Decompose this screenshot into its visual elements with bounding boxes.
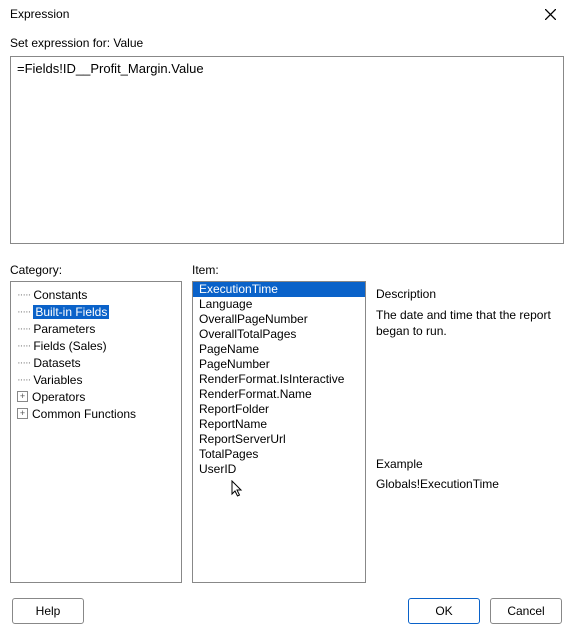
tree-connector-icon: ····· <box>17 340 30 352</box>
list-item[interactable]: UserID <box>193 462 365 477</box>
list-item[interactable]: Language <box>193 297 365 312</box>
item-listbox[interactable]: ExecutionTimeLanguageOverallPageNumberOv… <box>192 281 366 583</box>
close-button[interactable] <box>534 3 566 25</box>
category-item[interactable]: ·····Constants <box>13 286 179 303</box>
tree-connector-icon: ····· <box>17 323 30 335</box>
tree-connector-icon: ····· <box>17 357 30 369</box>
cancel-button[interactable]: Cancel <box>490 598 562 624</box>
category-label: Category: <box>10 263 182 277</box>
plus-icon[interactable]: + <box>17 408 28 419</box>
list-item[interactable]: ReportFolder <box>193 402 365 417</box>
category-listbox[interactable]: ·····Constants·····Built-in Fields·····P… <box>10 281 182 583</box>
category-item-label: Built-in Fields <box>33 305 109 319</box>
category-item[interactable]: + Common Functions <box>13 405 179 422</box>
list-item[interactable]: RenderFormat.IsInteractive <box>193 372 365 387</box>
list-item[interactable]: OverallPageNumber <box>193 312 365 327</box>
list-item[interactable]: PageName <box>193 342 365 357</box>
category-item-label: Parameters <box>33 322 95 336</box>
category-item[interactable]: + Operators <box>13 388 179 405</box>
expression-input[interactable] <box>10 56 564 244</box>
category-item-label: Fields (Sales) <box>33 339 106 353</box>
set-expression-label: Set expression for: Value <box>10 36 564 50</box>
list-item[interactable]: ReportServerUrl <box>193 432 365 447</box>
category-item[interactable]: ·····Parameters <box>13 320 179 337</box>
category-item[interactable]: ·····Built-in Fields <box>13 303 179 320</box>
description-heading: Description <box>376 287 564 301</box>
category-item-label: Operators <box>32 390 85 404</box>
tree-connector-icon: ····· <box>17 306 30 318</box>
description-panel: Description The date and time that the r… <box>376 281 564 583</box>
tree-connector-icon: ····· <box>17 289 30 301</box>
list-item[interactable]: OverallTotalPages <box>193 327 365 342</box>
tree-connector-icon: ····· <box>17 374 30 386</box>
category-item[interactable]: ·····Fields (Sales) <box>13 337 179 354</box>
category-item-label: Common Functions <box>32 407 136 421</box>
help-button[interactable]: Help <box>12 598 84 624</box>
category-item[interactable]: ·····Datasets <box>13 354 179 371</box>
description-text: The date and time that the report began … <box>376 307 564 339</box>
example-value: Globals!ExecutionTime <box>376 477 564 491</box>
cursor-icon <box>231 480 245 498</box>
button-row: Help OK Cancel <box>0 590 574 644</box>
category-item-label: Constants <box>33 288 87 302</box>
plus-icon[interactable]: + <box>17 391 28 402</box>
ok-button[interactable]: OK <box>408 598 480 624</box>
close-icon <box>545 9 556 20</box>
titlebar: Expression <box>0 0 574 28</box>
list-item[interactable]: ReportName <box>193 417 365 432</box>
list-item[interactable]: TotalPages <box>193 447 365 462</box>
list-item[interactable]: PageNumber <box>193 357 365 372</box>
list-item[interactable]: RenderFormat.Name <box>193 387 365 402</box>
item-label: Item: <box>192 263 366 277</box>
window-title: Expression <box>10 7 69 21</box>
list-item[interactable]: ExecutionTime <box>193 282 365 297</box>
category-item-label: Datasets <box>33 356 80 370</box>
category-item[interactable]: ·····Variables <box>13 371 179 388</box>
example-heading: Example <box>376 457 564 471</box>
category-item-label: Variables <box>33 373 82 387</box>
